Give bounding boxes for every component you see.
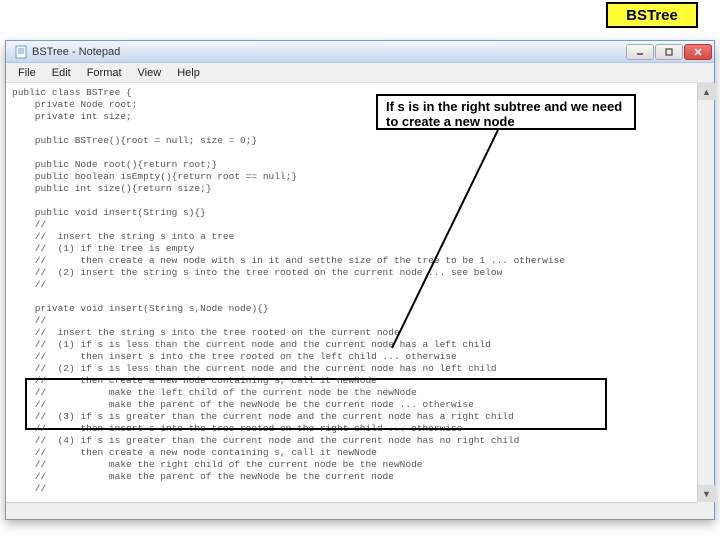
menu-file[interactable]: File — [10, 65, 44, 81]
app-icon — [14, 45, 28, 59]
window-title: BSTree - Notepad — [32, 46, 626, 58]
scrollbar-corner — [697, 502, 714, 519]
horizontal-scrollbar[interactable] — [6, 502, 697, 519]
menu-help[interactable]: Help — [169, 65, 208, 81]
menu-edit[interactable]: Edit — [44, 65, 79, 81]
menu-view[interactable]: View — [130, 65, 170, 81]
menubar: File Edit Format View Help — [6, 63, 714, 83]
vertical-scrollbar[interactable]: ▲ ▼ — [697, 83, 714, 519]
scroll-down-icon[interactable]: ▼ — [698, 485, 715, 502]
text-editor[interactable]: public class BSTree { private Node root;… — [6, 83, 697, 519]
scroll-up-icon[interactable]: ▲ — [698, 83, 715, 100]
slide-title-label: BSTree — [606, 2, 698, 28]
menu-format[interactable]: Format — [79, 65, 130, 81]
close-button[interactable] — [684, 44, 712, 60]
titlebar[interactable]: BSTree - Notepad — [6, 41, 714, 63]
callout-annotation: If s is in the right subtree and we need… — [376, 94, 636, 130]
minimize-button[interactable] — [626, 44, 654, 60]
maximize-button[interactable] — [655, 44, 683, 60]
